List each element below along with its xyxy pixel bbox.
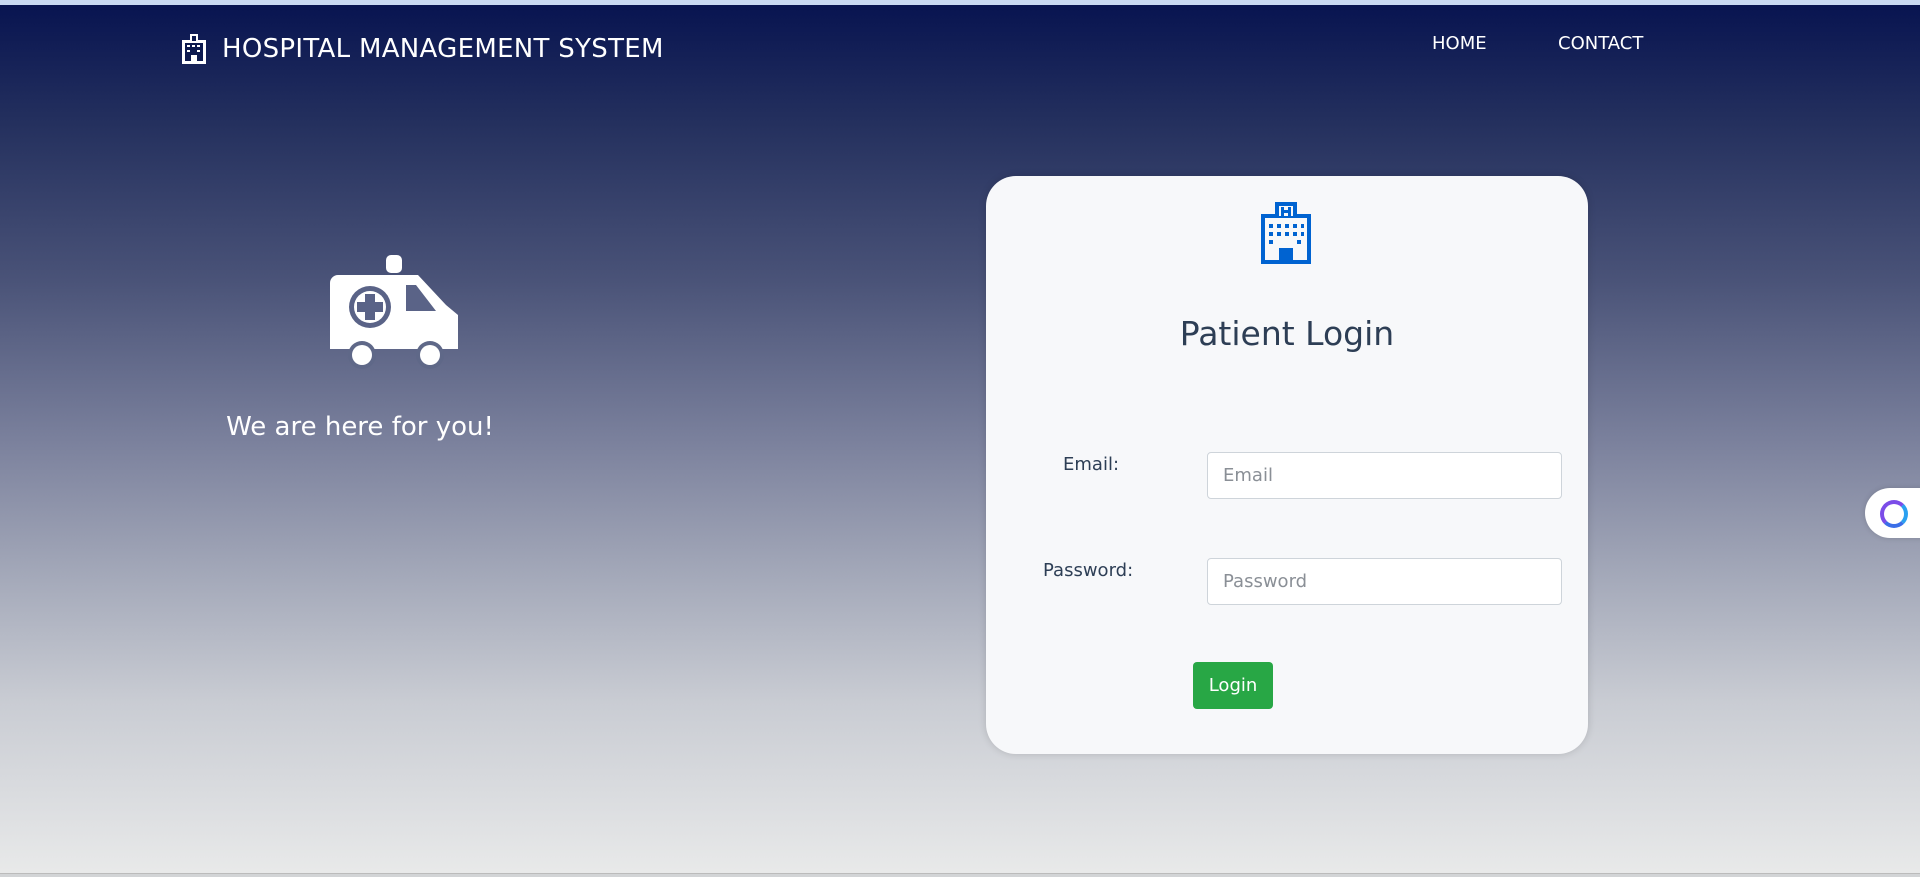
ambulance-icon [330, 255, 458, 369]
bottom-border [0, 873, 1920, 877]
login-title: Patient Login [1179, 314, 1395, 353]
email-input[interactable] [1207, 452, 1562, 499]
assistant-icon [1880, 500, 1908, 528]
email-label: Email: [1063, 454, 1120, 475]
app-title: HOSPITAL MANAGEMENT SYSTEM [222, 34, 664, 64]
assistant-widget[interactable] [1865, 488, 1920, 538]
password-label: Password: [1043, 560, 1134, 581]
hospital-icon [1261, 202, 1311, 264]
login-button[interactable]: Login [1193, 662, 1273, 709]
nav-home[interactable]: HOME [1432, 33, 1487, 54]
hospital-icon [182, 34, 206, 64]
password-input[interactable] [1207, 558, 1562, 605]
browser-top-strip [0, 0, 1920, 5]
tagline: We are here for you! [226, 412, 494, 442]
login-card: Patient Login Email: Password: Login [986, 176, 1588, 754]
brand[interactable]: HOSPITAL MANAGEMENT SYSTEM [182, 34, 664, 64]
nav-contact[interactable]: CONTACT [1558, 33, 1643, 54]
